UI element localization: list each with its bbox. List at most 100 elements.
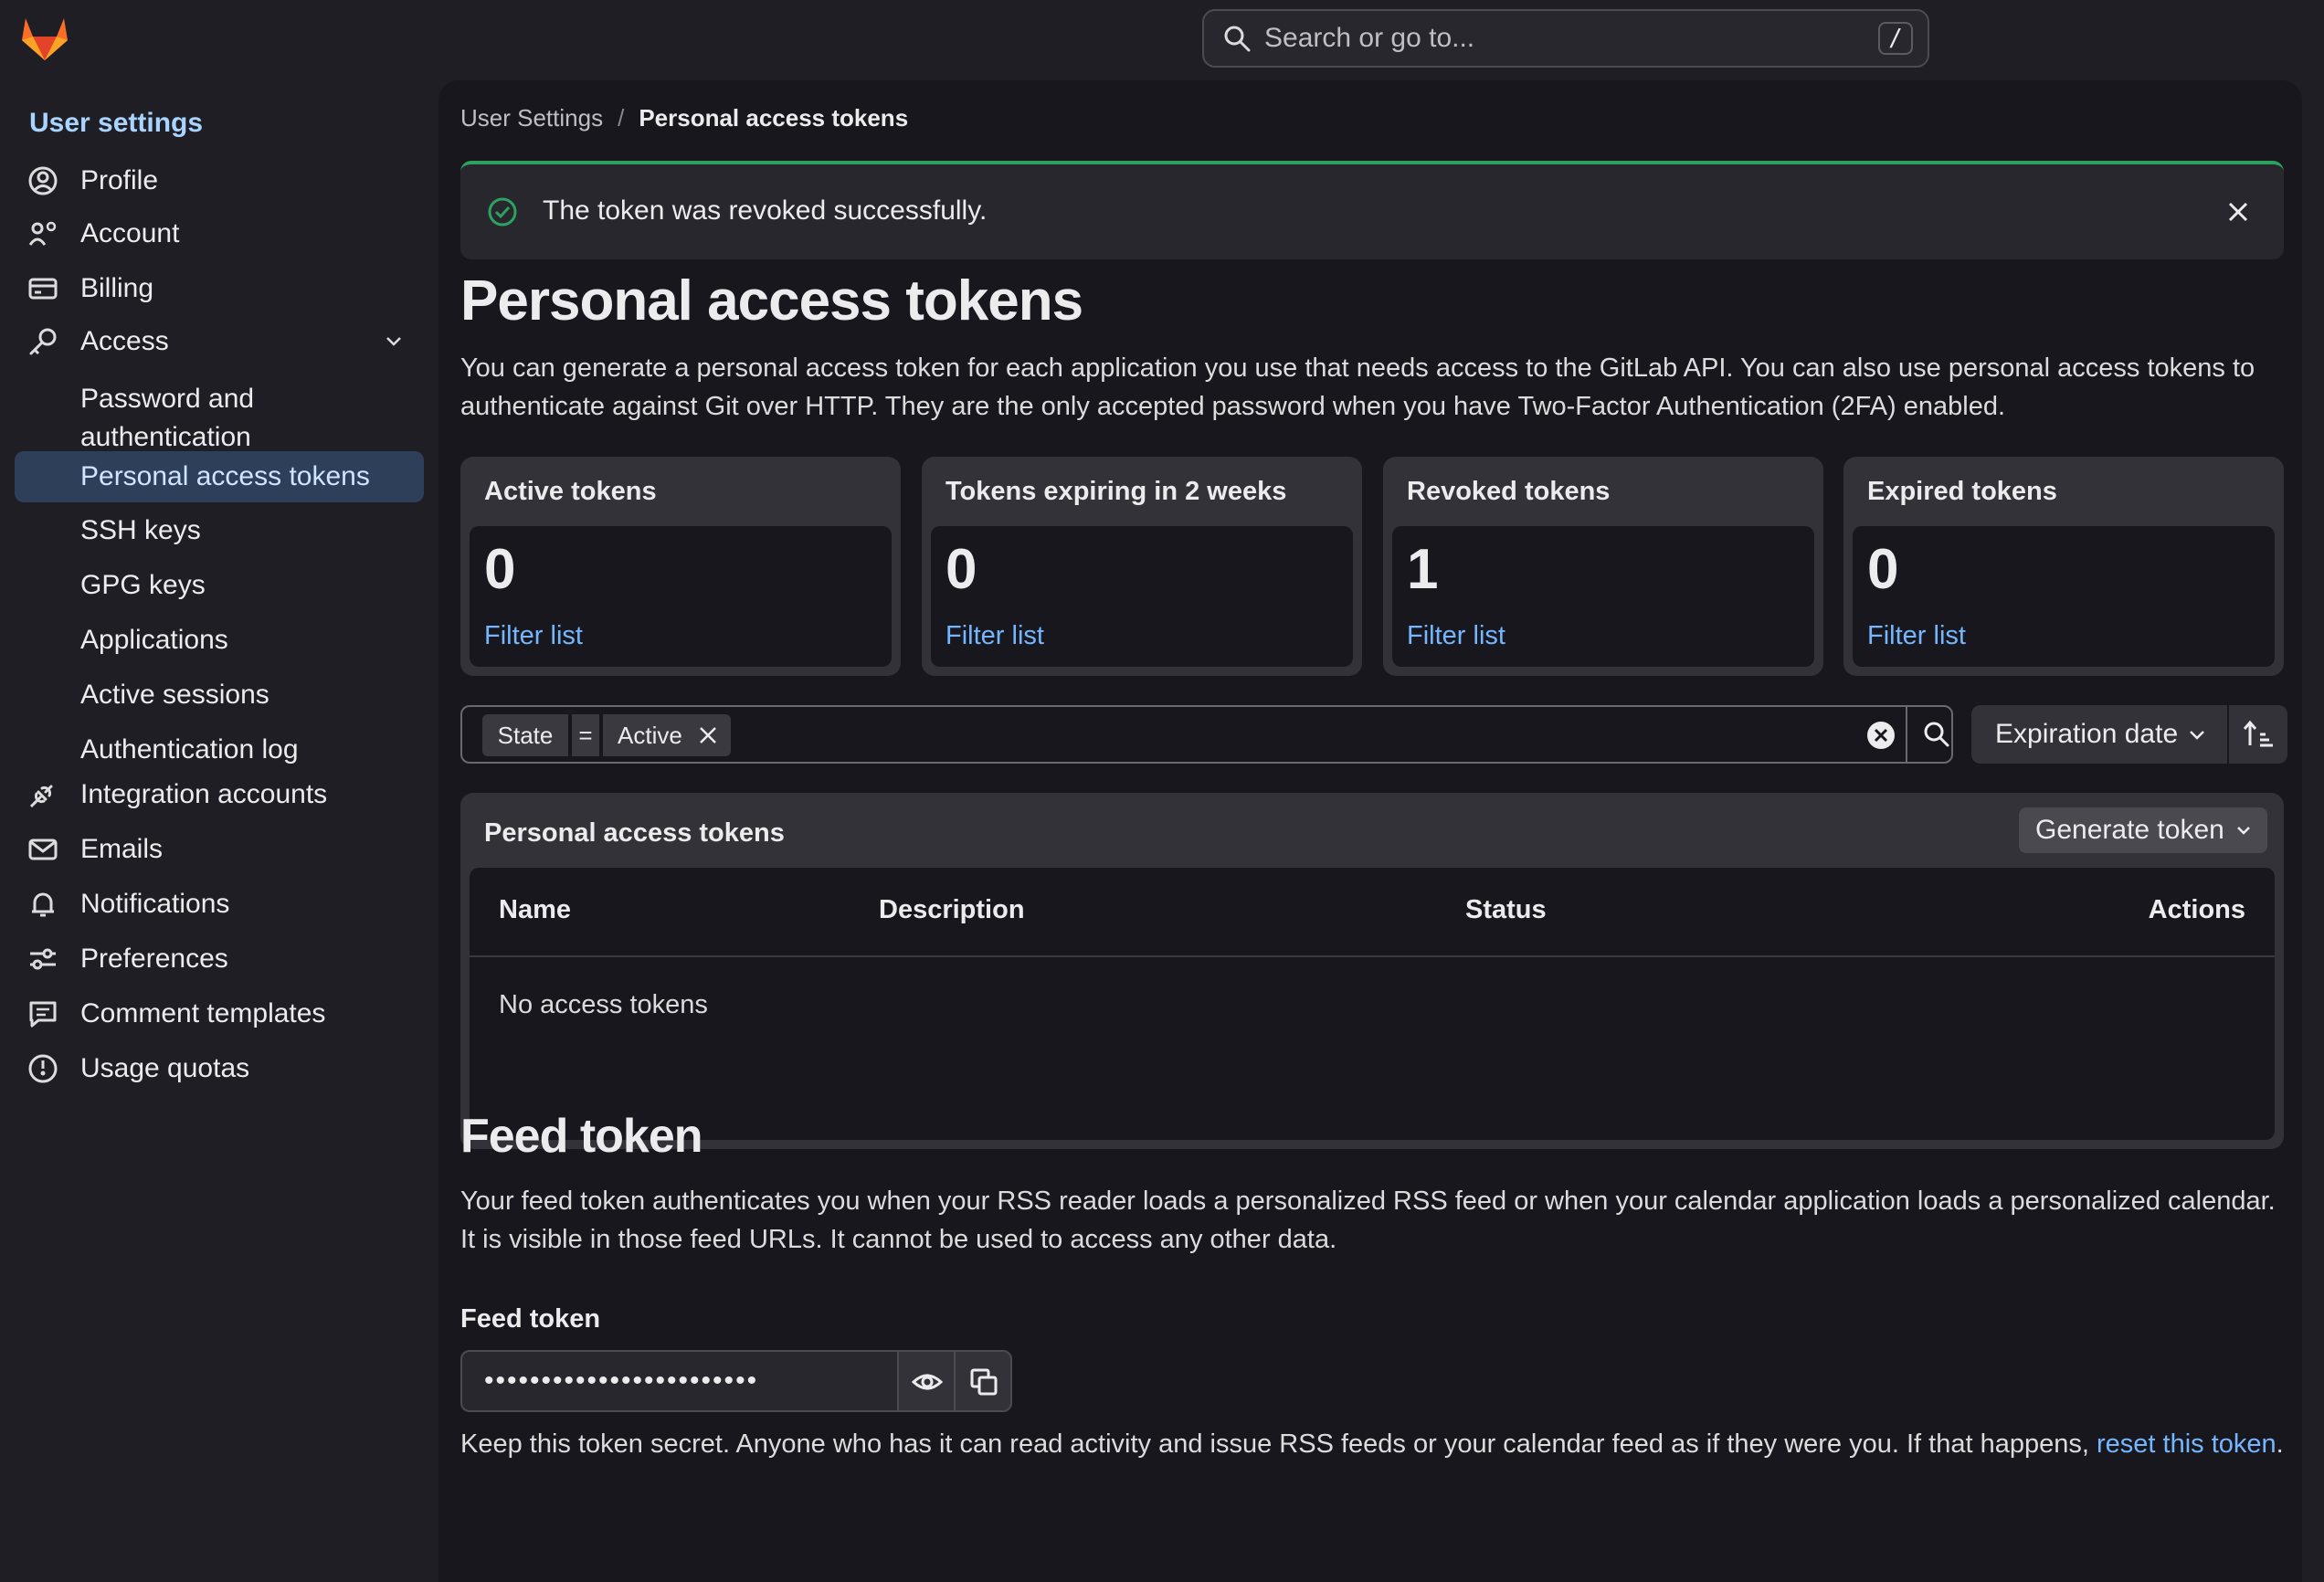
sidebar-item-label: Integration accounts — [80, 779, 328, 809]
sidebar-item-usage-quotas[interactable]: Usage quotas — [15, 1043, 424, 1094]
tokens-table-card: Personal access tokens Generate token Na… — [460, 793, 2284, 1149]
gitlab-logo-icon[interactable] — [18, 13, 71, 64]
stat-body: 1 Filter list — [1392, 526, 1814, 667]
stat-card-expiring: Tokens expiring in 2 weeks 0 Filter list — [922, 457, 1362, 676]
filter-list-link[interactable]: Filter list — [1407, 621, 1505, 651]
close-icon[interactable] — [696, 723, 720, 747]
sidebar-item-label: Billing — [80, 273, 154, 303]
sidebar-item-label: Profile — [80, 165, 159, 195]
sidebar-item-notifications[interactable]: Notifications — [15, 879, 424, 930]
stat-card-active: Active tokens 0 Filter list — [460, 457, 901, 676]
sidebar-item-emails[interactable]: Emails — [15, 824, 424, 875]
top-bar: Search or go to... / — [0, 0, 2324, 80]
page-title: Personal access tokens — [460, 269, 1083, 332]
feed-help-suffix: . — [2276, 1429, 2284, 1459]
breadcrumb-parent[interactable]: User Settings — [460, 104, 603, 132]
stat-value: 1 — [1407, 538, 1439, 601]
sidebar-item-label: Personal access tokens — [80, 461, 370, 491]
credit-card-icon — [28, 278, 58, 300]
sort-direction-button[interactable] — [2229, 705, 2287, 764]
check-circle-icon — [488, 197, 517, 227]
clear-circle-icon[interactable] — [1865, 720, 1896, 751]
stat-body: 0 Filter list — [470, 526, 892, 667]
column-header-status: Status — [1465, 895, 1547, 924]
stat-body: 0 Filter list — [1853, 526, 2275, 667]
feed-token-help: Keep this token secret. Anyone who has i… — [460, 1429, 2297, 1460]
reset-token-link[interactable]: reset this token — [2097, 1429, 2276, 1459]
stat-card-expired: Expired tokens 0 Filter list — [1843, 457, 2284, 676]
search-icon — [1224, 26, 1251, 52]
reveal-token-button[interactable] — [897, 1350, 956, 1412]
sidebar-item-label: Preferences — [80, 944, 228, 974]
sidebar-item-access[interactable]: Access — [15, 316, 424, 367]
bell-icon — [32, 892, 54, 917]
stat-title: Expired tokens — [1867, 477, 2057, 506]
breadcrumb-current[interactable]: Personal access tokens — [639, 104, 908, 132]
filter-token-field[interactable]: State — [482, 714, 568, 756]
sidebar-item-applications[interactable]: Applications — [80, 621, 228, 659]
stat-card-revoked: Revoked tokens 1 Filter list — [1383, 457, 1823, 676]
filter-token-operator[interactable]: = — [572, 714, 599, 756]
main-content: User Settings / Personal access tokens T… — [438, 80, 2302, 1582]
sidebar-item-gpg-keys[interactable]: GPG keys — [80, 566, 206, 605]
sidebar-item-account[interactable]: Account — [15, 208, 424, 259]
column-header-name: Name — [499, 895, 571, 924]
stat-title: Active tokens — [484, 477, 657, 506]
sidebar-item-comment-templates[interactable]: Comment templates — [15, 988, 424, 1039]
generate-token-label: Generate token — [2035, 815, 2224, 845]
stat-title: Revoked tokens — [1407, 477, 1611, 506]
chevron-down-icon[interactable] — [382, 330, 406, 353]
tokens-table-title: Personal access tokens — [484, 818, 785, 848]
sidebar-item-personal-access-tokens[interactable]: Personal access tokens — [15, 451, 424, 502]
filter-list-link[interactable]: Filter list — [484, 621, 583, 651]
global-search-input[interactable]: Search or go to... / — [1202, 9, 1929, 68]
plug-icon — [29, 785, 53, 808]
sidebar-item-active-sessions[interactable]: Active sessions — [80, 676, 269, 714]
feed-token-field[interactable]: •••••••••••••••••••••••• — [460, 1350, 899, 1412]
sidebar-item-profile[interactable]: Profile — [15, 155, 424, 206]
search-shortcut-badge: / — [1878, 22, 1913, 55]
feed-token-description: Your feed token authenticates you when y… — [460, 1186, 2276, 1254]
chevron-down-icon — [2237, 827, 2250, 835]
filter-list-link[interactable]: Filter list — [945, 621, 1044, 651]
stat-body: 0 Filter list — [931, 526, 1353, 667]
generate-token-button[interactable]: Generate token — [2019, 807, 2267, 853]
sidebar-item-label: Notifications — [80, 889, 230, 919]
sidebar-item-label: Emails — [80, 834, 164, 864]
alert-message: The token was revoked successfully. — [543, 195, 988, 226]
stat-title: Tokens expiring in 2 weeks — [945, 477, 1287, 506]
close-icon[interactable] — [2224, 197, 2253, 227]
right-rail — [2302, 80, 2324, 1582]
column-header-actions: Actions — [2148, 895, 2245, 924]
table-header-divider — [470, 955, 2275, 957]
sidebar: User settings Profile Account Billing Ac… — [0, 80, 438, 1582]
sidebar-item-label: Access — [80, 326, 169, 356]
sidebar-item-label: Password and — [80, 384, 255, 414]
sidebar-item-ssh-keys[interactable]: SSH keys — [80, 512, 201, 550]
search-placeholder: Search or go to... — [1264, 23, 1475, 53]
sidebar-item-billing[interactable]: Billing — [15, 263, 424, 314]
user-settings-icon — [28, 221, 57, 246]
sidebar-item-label: Account — [80, 218, 180, 248]
sidebar-item-preferences[interactable]: Preferences — [15, 933, 424, 985]
success-alert: The token was revoked successfully. — [460, 161, 2284, 259]
filtered-search-bar[interactable]: State = Active — [460, 705, 1953, 764]
sort-ascending-icon — [2243, 720, 2273, 747]
search-icon[interactable] — [1922, 720, 1951, 749]
sidebar-item-label: Comment templates — [80, 998, 326, 1028]
sidebar-item-label: Usage quotas — [80, 1053, 250, 1083]
sidebar-item-authentication-log[interactable]: Authentication log — [80, 731, 299, 769]
search-divider — [1906, 707, 1907, 762]
filter-list-link[interactable]: Filter list — [1867, 621, 1966, 651]
sidebar-item-password[interactable]: Password and authentication — [80, 380, 254, 457]
copy-token-button[interactable] — [954, 1350, 1012, 1412]
sidebar-item-integration-accounts[interactable]: Integration accounts — [15, 769, 424, 820]
sort-dropdown[interactable]: Expiration date — [1971, 705, 2227, 764]
eye-icon — [912, 1374, 943, 1390]
sliders-icon — [30, 948, 56, 970]
sidebar-title[interactable]: User settings — [29, 108, 203, 139]
filter-token-value[interactable]: Active — [603, 714, 731, 756]
chevron-down-icon — [2190, 731, 2204, 740]
copy-icon — [970, 1368, 998, 1396]
column-header-description: Description — [879, 895, 1025, 924]
